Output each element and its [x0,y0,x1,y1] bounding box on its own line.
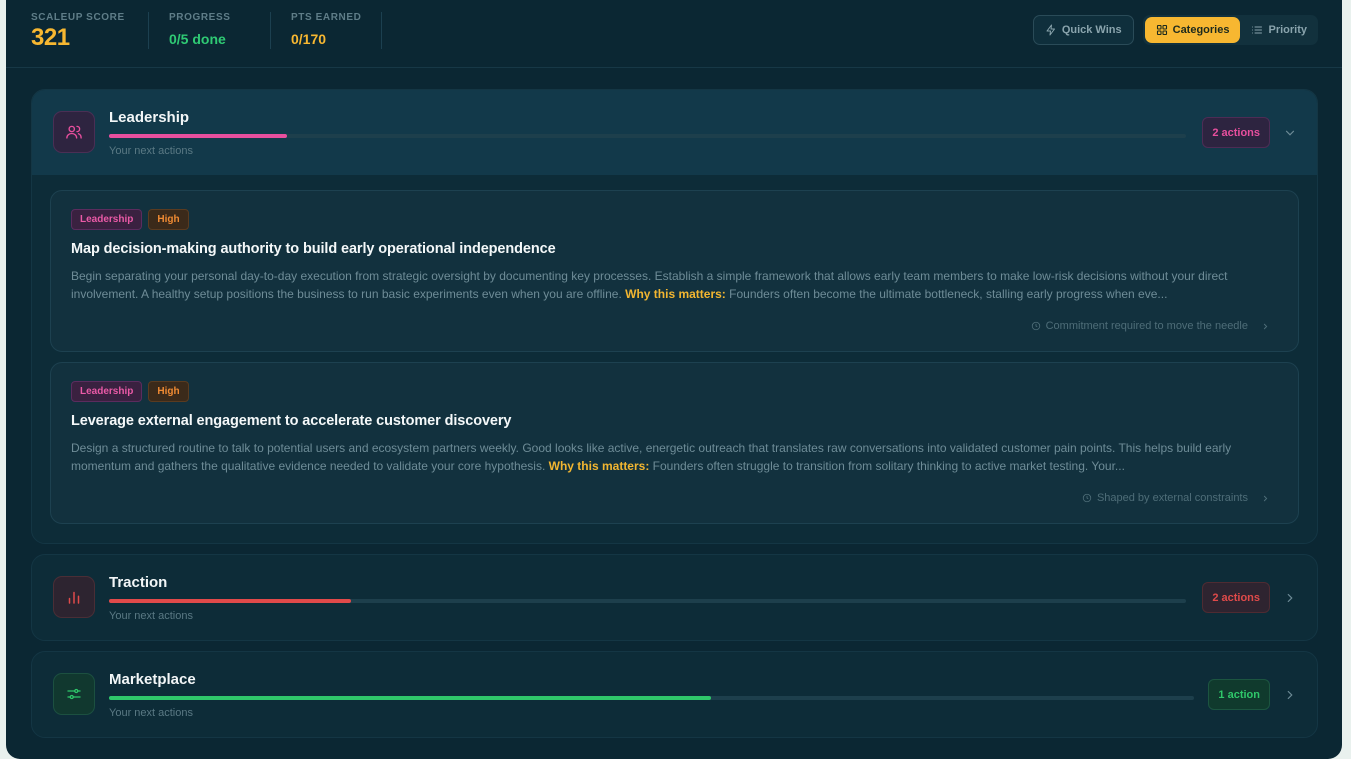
category-card-leadership: Leadership Your next actions 2 actions L… [31,89,1318,544]
category-progress-fill [109,696,712,700]
list-icon [1252,26,1263,34]
progress-stat: PROGRESS 0/5 done [169,12,271,49]
actions-count-badge: 2 actions [1202,582,1270,613]
sliders-icon [53,673,95,715]
view-toggle: Categories Priority [1142,15,1318,45]
why-label: Why this matters: [625,287,726,301]
footer-label: Shaped by external constraints [1096,492,1248,504]
categories-button[interactable]: Categories [1144,17,1241,43]
pts-value: 0/170 [291,31,327,47]
action-card[interactable]: Leadership High Leverage external engage… [50,362,1299,524]
bar-chart-icon [53,576,95,618]
category-progress-track [109,599,1186,603]
priority-tag: High [148,381,189,402]
priority-label: Priority [1268,24,1307,36]
pts-stat: PTS EARNED 0/170 [291,12,383,49]
users-icon [53,111,95,153]
action-footer[interactable]: Commitment required to move the needle [1031,320,1270,332]
clock-icon [1082,493,1092,503]
actions-count-badge: 1 action [1208,679,1270,710]
action-card[interactable]: Leadership High Map decision-making auth… [50,190,1299,352]
action-title: Map decision-making authority to build e… [71,241,556,257]
chevron-down-icon[interactable] [1283,126,1297,140]
pts-label: PTS EARNED [291,12,362,23]
priority-tag: High [148,209,189,230]
category-header-leadership[interactable]: Leadership Your next actions 2 actions [32,90,1317,175]
actions-count-badge: 2 actions [1202,117,1270,148]
view-toolbar: Quick Wins Categories Priority [1032,15,1318,45]
category-header-marketplace[interactable]: Marketplace Your next actions 1 action [32,652,1317,737]
score-value: 321 [31,24,70,51]
quick-wins-label: Quick Wins [1061,24,1122,36]
categories-list: Leadership Your next actions 2 actions L… [6,68,1342,738]
category-card-traction: Traction Your next actions 2 actions [31,554,1318,641]
score-label: SCALEUP SCORE [31,12,125,23]
category-title: Marketplace [109,671,196,688]
score-stat: SCALEUP SCORE 321 [31,12,149,51]
chevron-right-icon [1263,323,1268,329]
action-description: Begin separating your personal day-to-da… [71,267,1281,303]
actions-list: Leadership High Map decision-making auth… [32,175,1317,543]
chevron-right-icon[interactable] [1283,591,1297,605]
why-text: Founders often become the ultimate bottl… [729,287,1168,301]
action-description: Design a structured routine to talk to p… [71,439,1281,475]
clock-icon [1031,321,1040,331]
category-header-traction[interactable]: Traction Your next actions 2 actions [32,555,1317,640]
category-progress-track [109,134,1186,138]
lightning-icon [1046,24,1055,36]
chevron-right-icon[interactable] [1283,688,1297,702]
category-progress-fill [109,599,352,603]
progress-label: PROGRESS [169,12,231,23]
category-progress-fill [109,134,287,138]
category-card-marketplace: Marketplace Your next actions 1 action [31,651,1318,738]
grid-icon [1156,24,1167,36]
category-tag: Leadership [71,209,143,230]
header: SCALEUP SCORE 321 PROGRESS 0/5 done PTS … [6,0,1342,68]
why-text: Founders often struggle to transition fr… [652,459,1125,473]
category-title: Traction [109,574,168,591]
app-window: SCALEUP SCORE 321 PROGRESS 0/5 done PTS … [6,0,1342,759]
chevron-right-icon [1263,495,1268,501]
action-tags: Leadership High [71,381,189,402]
action-footer[interactable]: Shaped by external constraints [1082,492,1270,504]
category-tag: Leadership [71,381,143,402]
category-progress-track [109,696,1194,700]
action-title: Leverage external engagement to accelera… [71,413,512,429]
category-subtitle: Your next actions [109,610,193,622]
category-subtitle: Your next actions [109,707,193,719]
priority-button[interactable]: Priority [1240,15,1318,45]
why-label: Why this matters: [548,459,650,473]
quick-wins-button[interactable]: Quick Wins [1032,15,1134,45]
action-tags: Leadership High [71,209,189,230]
progress-value: 0/5 done [169,31,226,47]
footer-label: Commitment required to move the needle [1045,320,1248,332]
categories-label: Categories [1172,24,1230,36]
category-title: Leadership [109,109,190,126]
category-subtitle: Your next actions [109,145,193,157]
